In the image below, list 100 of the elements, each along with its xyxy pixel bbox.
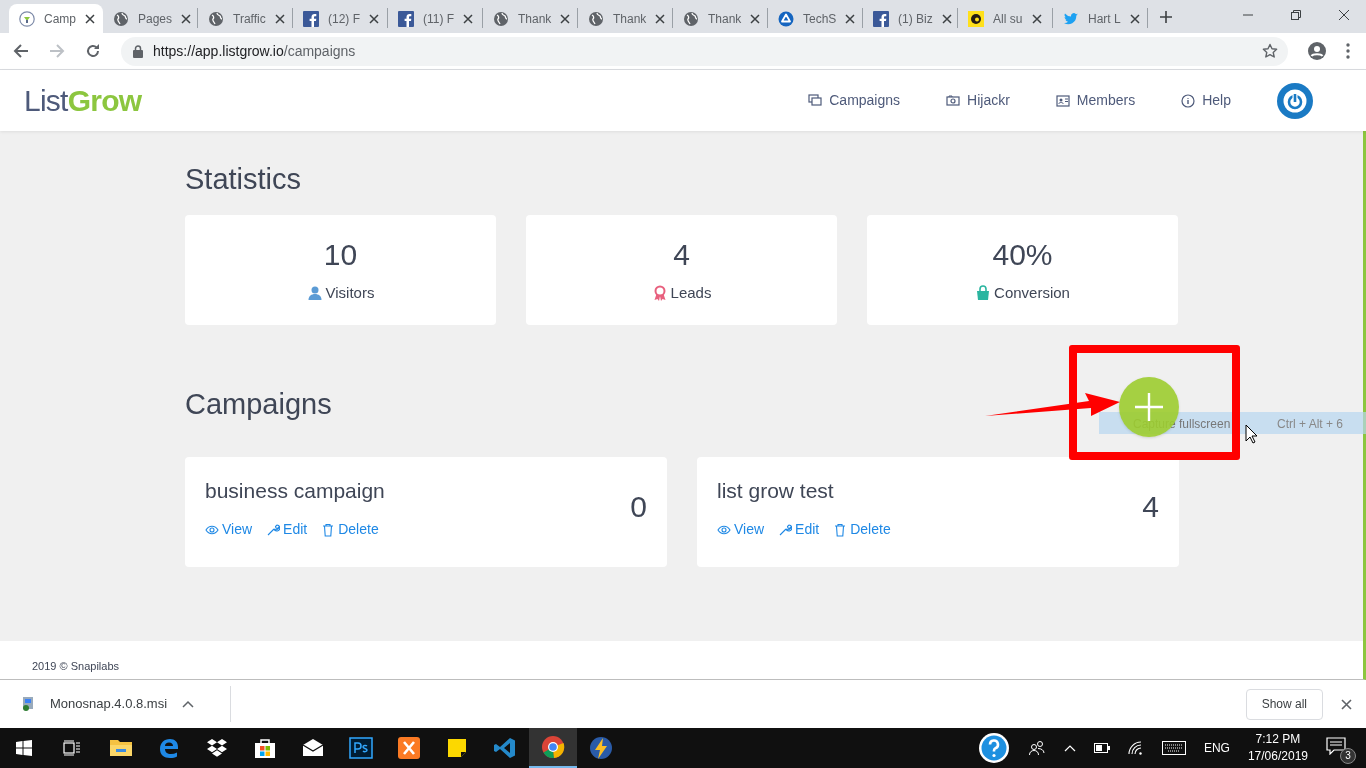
show-all-button[interactable]: Show all xyxy=(1245,688,1323,720)
windows-logo-icon xyxy=(16,740,32,756)
footer-text: 2019 © Snapilabs xyxy=(32,658,119,674)
campaign-name: business campaign xyxy=(205,478,386,504)
windows-icon xyxy=(808,93,823,108)
camera-icon xyxy=(946,93,961,108)
message-icon xyxy=(1326,737,1346,755)
taskbar-app[interactable] xyxy=(529,728,577,768)
close-icon[interactable] xyxy=(1032,13,1042,24)
reload-icon[interactable] xyxy=(85,43,101,59)
trash-icon xyxy=(321,522,336,537)
installer-icon xyxy=(20,696,36,712)
new-tab-icon[interactable] xyxy=(1160,11,1172,23)
chevron-up-icon[interactable] xyxy=(182,700,194,708)
globe-icon xyxy=(588,10,604,27)
browser-tab[interactable]: (11) F xyxy=(388,4,482,33)
edge-icon xyxy=(157,736,181,760)
globe-icon xyxy=(683,10,699,27)
close-icon[interactable] xyxy=(1338,9,1350,21)
browser-tab[interactable]: Thank xyxy=(578,4,672,33)
browser-tab[interactable]: Thank xyxy=(483,4,577,33)
browser-tab[interactable]: (12) F xyxy=(293,4,387,33)
tab-title: Thank xyxy=(708,10,742,28)
download-filename: Monosnap.4.0.8.msi xyxy=(50,695,168,714)
campaign-name: list grow test xyxy=(717,478,835,504)
lightning-icon xyxy=(589,736,613,760)
section-title: Campaigns xyxy=(185,387,332,422)
logo[interactable]: ListGrow xyxy=(24,85,142,116)
url-text: https://app.listgrow.io/campaigns xyxy=(153,41,357,61)
tab-title: Thank xyxy=(613,10,647,28)
battery-icon[interactable] xyxy=(1093,743,1110,753)
lock-icon xyxy=(133,44,143,58)
close-icon[interactable] xyxy=(463,13,474,24)
close-icon[interactable] xyxy=(655,13,666,24)
more-icon[interactable] xyxy=(1346,43,1350,59)
stat-label: Visitors xyxy=(325,283,375,303)
close-icon[interactable] xyxy=(941,13,952,24)
tab-title: Pages xyxy=(138,10,173,28)
action-link[interactable]: Edit xyxy=(778,519,820,540)
close-icon[interactable] xyxy=(85,13,95,24)
tab-title: TechS xyxy=(803,10,837,28)
browser-tab[interactable]: Traffic xyxy=(198,4,292,33)
facebook-icon xyxy=(303,10,319,27)
tab-title: (1) Biz xyxy=(898,10,933,28)
close-icon[interactable] xyxy=(845,13,856,24)
nav-link[interactable]: Members xyxy=(1055,90,1136,111)
action-link[interactable]: Delete xyxy=(321,519,379,540)
sticky-note-icon xyxy=(445,736,469,760)
action-link[interactable]: View xyxy=(717,519,765,540)
people-icon[interactable] xyxy=(1027,740,1046,756)
nav-link[interactable]: Campaigns xyxy=(808,90,901,111)
wrench-icon xyxy=(778,522,793,537)
task-view-icon xyxy=(63,740,81,756)
address-bar[interactable]: https://app.listgrow.io/campaigns xyxy=(121,36,1288,66)
browser-tab[interactable]: Camp xyxy=(9,4,103,33)
code-editor-icon xyxy=(493,736,517,760)
shortcut-text: Ctrl + Alt + 6 xyxy=(1277,416,1344,433)
cursor-icon xyxy=(1245,424,1258,444)
account-icon[interactable] xyxy=(1308,42,1326,60)
stat-value: 10 xyxy=(323,237,358,273)
browser-tab[interactable]: Hart L xyxy=(1053,4,1147,33)
nav-link[interactable]: Hijackr xyxy=(946,90,1010,111)
action-link[interactable]: Delete xyxy=(833,519,891,540)
restore-icon[interactable] xyxy=(1290,9,1302,21)
close-icon[interactable] xyxy=(560,13,571,24)
globe-icon xyxy=(493,10,509,27)
close-icon[interactable] xyxy=(369,13,379,24)
browser-tab[interactable]: TechS xyxy=(768,4,862,33)
language-indicator[interactable]: ENG xyxy=(1203,739,1230,757)
globe-icon xyxy=(208,10,224,27)
close-icon[interactable] xyxy=(750,13,761,24)
browser-tab[interactable]: (1) Biz xyxy=(863,4,957,33)
browser-tab[interactable]: Pages xyxy=(103,4,197,33)
help-icon[interactable] xyxy=(977,732,1010,764)
action-link[interactable]: View xyxy=(205,519,253,540)
stat-value: 40% xyxy=(992,237,1053,273)
section-title: Statistics xyxy=(185,162,302,197)
globe-icon xyxy=(113,10,129,27)
wifi-icon[interactable] xyxy=(1127,741,1144,755)
stat-label: Conversion xyxy=(994,283,1070,303)
keyboard-icon[interactable] xyxy=(1161,741,1186,755)
close-icon[interactable] xyxy=(274,13,285,24)
nav-link[interactable]: Help xyxy=(1181,90,1231,111)
tab-title: Camp xyxy=(44,10,76,28)
photoshop-icon xyxy=(349,736,373,760)
download-item[interactable]: Monosnap.4.0.8.msi xyxy=(0,686,231,722)
stat-label: Leads xyxy=(670,283,712,303)
action-link[interactable]: Edit xyxy=(266,519,308,540)
shopping-bag-icon xyxy=(253,736,277,760)
close-icon[interactable] xyxy=(1341,698,1352,710)
close-icon[interactable] xyxy=(181,13,192,24)
stat-value: 4 xyxy=(673,237,690,273)
power-button-icon[interactable] xyxy=(1277,82,1313,119)
wrench-icon xyxy=(266,522,281,537)
star-icon[interactable] xyxy=(1262,43,1278,59)
back-arrow-icon[interactable] xyxy=(13,43,29,59)
browser-tab[interactable]: Thank xyxy=(673,4,767,33)
browser-tab[interactable]: All su xyxy=(958,4,1052,33)
clock[interactable]: 7:12 PM 17/06/2019 xyxy=(1247,731,1308,765)
close-icon[interactable] xyxy=(1129,13,1140,24)
